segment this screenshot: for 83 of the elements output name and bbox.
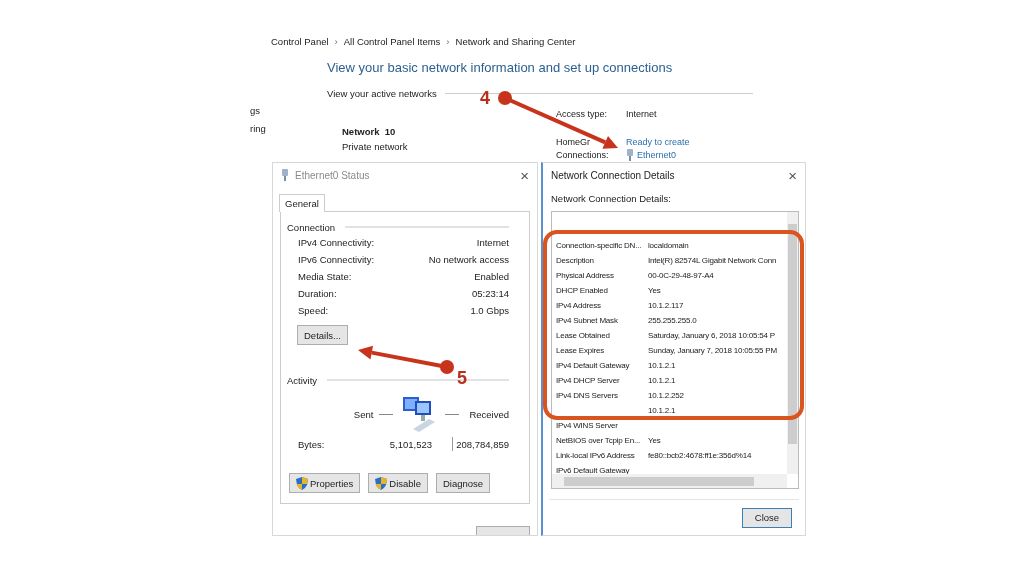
info-label: Access type: [556,109,608,120]
breadcrumb-item[interactable]: Network and Sharing Center [455,35,576,47]
close-button[interactable]: × [520,167,529,183]
breadcrumb-separator: › [446,35,450,47]
ethernet-icon [281,169,289,181]
dialog-button[interactable]: Diagnose [436,473,491,493]
dialog-title: Network Connection Details [551,169,676,181]
value-cell: fe80::bcb2:4678:ff1e:356d%14 [648,451,752,460]
sidebar-link[interactable]: ring [250,123,266,134]
property-cell-text: Link-local IPv6 Address [556,451,636,460]
value-cell: 10.1.2.1 [648,361,676,370]
value-cell: localdomain [648,241,689,250]
field-label: Bytes: [298,438,326,450]
section-label: View your active networks [327,87,437,99]
info-link[interactable]: Ready to create [626,137,690,148]
value-cell: Intel(R) 82574L Gigabit Network Conn [648,256,777,265]
field-value: No network access [428,254,509,265]
horizontal-scrollbar[interactable] [552,474,787,488]
shield-button[interactable]: Properties [289,473,361,493]
received-label: Received [469,408,509,420]
field-value: Internet [476,237,509,248]
field-value: 5,101,523 [388,438,432,450]
field-value: 208,784,859 [455,438,509,450]
field-label: IPv4 Connectivity: [298,237,375,248]
shield-icon [296,476,308,490]
details-button[interactable]: Details... [297,325,348,345]
value-cell: 10.1.2.1 [648,376,676,385]
info-label: HomeGr [556,137,590,148]
info-value: Internet [626,109,657,120]
property-cell-text: Lease Obtained [556,331,611,340]
info-link[interactable]: Ethernet0 [637,149,677,161]
value-cell: 10.1.2.252 [648,391,684,400]
property-cell-text: IPv4 WINS Server [556,421,619,430]
close-button[interactable]: Close [742,507,792,528]
property-cell-text: NetBIOS over Tcpip En... [556,436,641,445]
property-cell-text: DHCP Enabled [556,286,609,295]
property-cell-text: Connection-specific DN... [556,241,643,250]
sidebar-link[interactable]: gs [250,105,261,116]
group-label: Connection [287,221,336,233]
field-value: 1.0 Gbps [470,305,509,316]
property-cell-text: IPv4 DNS Servers [556,391,619,400]
property-cell-text: IPv4 Address [556,301,602,310]
vertical-scrollbar[interactable] [787,212,798,474]
value-cell: Saturday, January 6, 2018 10:05:54 P [648,331,775,340]
step-number: 5 [457,368,467,388]
group-label: Activity [287,374,318,386]
property-cell-text: Lease Expires [556,346,606,355]
property-cell-text: Physical Address [556,271,615,280]
tab[interactable]: General [279,194,325,212]
close-button[interactable]: × [788,167,797,183]
info-label: Connections: [556,150,609,161]
sent-label: Sent [353,408,374,420]
list-label: Network Connection Details: [550,192,672,205]
property-cell-text: IPv4 Subnet Mask [556,316,619,325]
step-number: 4 [480,88,490,108]
property-cell-text: IPv4 Default Gateway [556,361,631,370]
page-heading: View your basic network information and set up connections [327,60,674,77]
breadcrumb-item[interactable]: All Control Panel Items [343,35,441,47]
field-label: Speed: [298,305,329,316]
field-label: Media State: [298,271,352,282]
field-label: IPv6 Connectivity: [298,254,375,265]
network-type: Private network [342,141,408,152]
value-cell: 10.1.2.1 [648,406,676,415]
breadcrumb-item[interactable]: Control Panel [271,35,329,47]
value-cell: 255.255.255.0 [648,316,697,325]
field-label: Duration: [298,288,337,299]
dialog-button[interactable] [476,526,530,535]
shield-icon [375,476,388,490]
value-cell: Yes [648,436,661,445]
shield-button[interactable]: Disable [368,473,428,493]
value-cell: Yes [648,286,661,295]
network-name: Network 10 [342,126,396,137]
value-cell: 00-0C-29-48-97-A4 [648,271,714,280]
property-cell-text: Description [556,256,595,265]
breadcrumb-separator: › [334,35,338,47]
dialog-title: Ethernet0 Status [295,169,371,181]
value-cell: 10.1.2.117 [648,301,684,310]
ethernet-icon [626,149,634,161]
property-cell-text: IPv4 DHCP Server [556,376,621,385]
field-value: 05:23:14 [472,288,509,299]
field-value: Enabled [474,271,509,282]
property-cell-text: IPv6 Default Gateway [556,466,631,475]
value-cell: Sunday, January 7, 2018 10:05:55 PM [648,346,777,355]
